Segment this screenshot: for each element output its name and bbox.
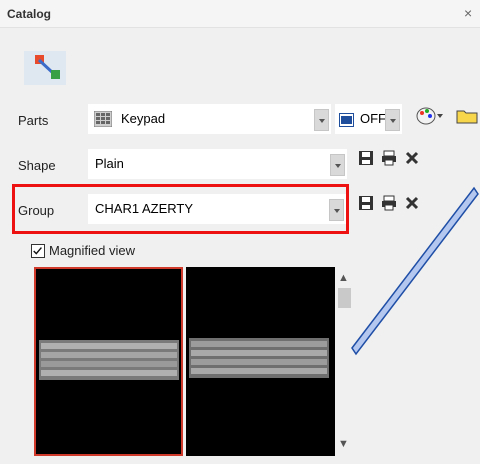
parts-label: Parts	[18, 113, 49, 128]
decorative-stripe	[351, 186, 479, 356]
off-icon	[339, 113, 354, 127]
keyboard-thumbnail	[189, 338, 329, 378]
title-bar: Catalog ×	[0, 0, 480, 28]
magnified-view-label: Magnified view	[49, 243, 135, 258]
folder-icon[interactable]	[456, 107, 478, 125]
chevron-down-icon[interactable]: ▼	[338, 438, 349, 450]
parts-value: Keypad	[121, 111, 166, 126]
checkbox-box[interactable]	[31, 244, 45, 258]
azerty-keyboard-preview[interactable]	[34, 267, 183, 456]
palette-icon[interactable]	[416, 105, 444, 127]
off-dropdown[interactable]: OFF	[335, 104, 402, 134]
keyboard-thumbnail	[39, 340, 179, 380]
shape-label: Shape	[18, 158, 56, 173]
parts-dropdown[interactable]: Keypad	[88, 104, 331, 134]
off-value: OFF	[360, 111, 386, 126]
shape-dropdown[interactable]: Plain	[88, 149, 347, 179]
chevron-down-icon[interactable]	[314, 109, 329, 131]
panel-title: Catalog	[7, 7, 52, 21]
chevron-down-icon[interactable]	[385, 109, 400, 131]
catalog-panel: Catalog × Parts Keypad OFF Shape Plain G…	[0, 0, 480, 464]
group-highlight	[12, 184, 349, 234]
keypad-icon	[94, 111, 112, 127]
checkmark-icon	[33, 247, 42, 255]
qwerty-keyboard-preview[interactable]	[186, 267, 335, 456]
shape-value: Plain	[95, 156, 124, 171]
catalog-tool-icon[interactable]	[24, 51, 66, 85]
close-icon[interactable]: ×	[464, 5, 472, 21]
